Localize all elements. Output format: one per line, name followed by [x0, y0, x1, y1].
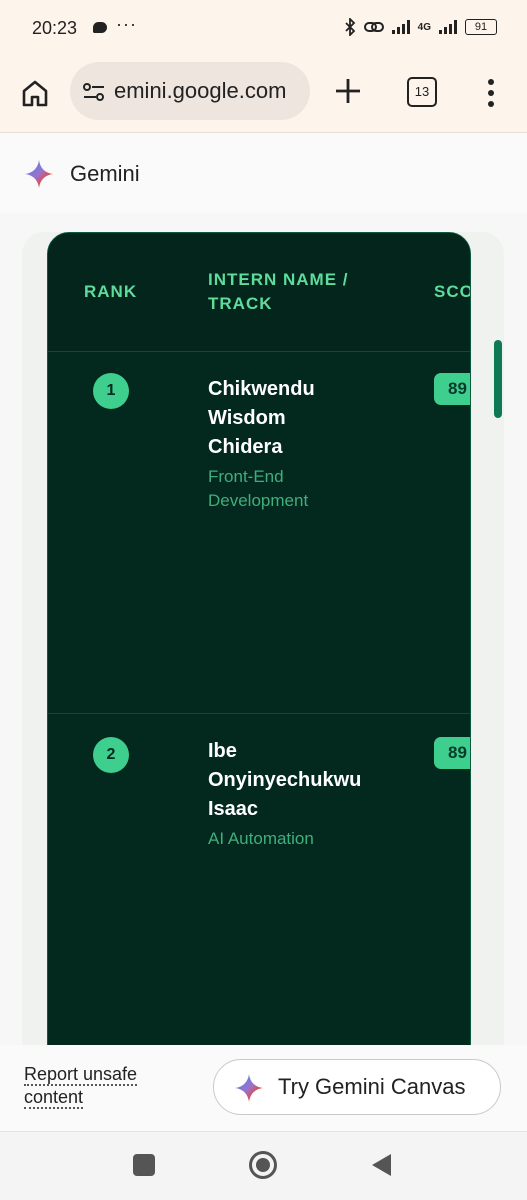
report-link-text[interactable]: Report unsafe content — [24, 1064, 138, 1109]
canvas-footer: Report unsafe content Try Gemini Canvas — [0, 1045, 527, 1132]
try-gemini-canvas-button[interactable]: Try Gemini Canvas — [213, 1059, 501, 1115]
try-gemini-canvas-label: Try Gemini Canvas — [278, 1074, 466, 1099]
canvas-preview[interactable]: RANK INTERN NAME / TRACK SCO 1 Chikwendu… — [22, 232, 504, 1062]
url-text[interactable]: emini.google.com — [114, 78, 300, 104]
site-settings-icon[interactable] — [82, 82, 106, 102]
rank-badge: 1 — [93, 373, 129, 409]
home-nav-icon[interactable] — [249, 1151, 277, 1179]
header-intern-name: INTERN NAME / TRACK — [208, 270, 349, 313]
intern-name: Chikwendu Wisdom Chidera — [208, 378, 315, 458]
header-rank: RANK — [84, 282, 138, 301]
link-icon — [363, 22, 384, 32]
back-icon[interactable] — [372, 1154, 391, 1176]
vertical-scrollbar[interactable] — [494, 340, 502, 418]
address-bar[interactable]: emini.google.com — [70, 62, 310, 120]
gemini-logo-icon[interactable] — [24, 159, 54, 189]
system-icons: 4G 91 — [344, 18, 497, 36]
browser-toolbar: emini.google.com 13 — [0, 58, 527, 133]
intern-track: AI Automation — [208, 829, 314, 848]
app-title: Gemini — [70, 161, 140, 186]
rank-badge: 2 — [93, 737, 129, 773]
tab-switcher-button[interactable]: 13 — [407, 77, 437, 107]
signal-icon-2 — [439, 20, 457, 34]
signal-icon — [391, 20, 410, 34]
score-badge: 89 — [434, 373, 470, 405]
more-menu-icon[interactable] — [480, 78, 502, 108]
battery-icon: 91 — [465, 19, 497, 35]
table-row: 1 Chikwendu Wisdom Chidera Front-End Dev… — [48, 351, 470, 714]
status-bar: 20:23 ··· 4G 91 — [0, 0, 527, 58]
message-icon — [93, 22, 107, 33]
system-navigation-bar — [0, 1132, 527, 1200]
recents-icon[interactable] — [133, 1154, 155, 1176]
score-badge: 89 — [434, 737, 470, 769]
network-type: 4G — [417, 21, 431, 33]
intern-name: Ibe Onyinyechukwu Isaac — [208, 740, 362, 820]
intern-track: Front-End Development — [208, 467, 309, 510]
more-notifications-icon: ··· — [116, 14, 137, 34]
gemini-header: Gemini — [0, 133, 527, 213]
header-score: SCO — [434, 282, 471, 301]
table-row: 2 Ibe Onyinyechukwu Isaac AI Automation … — [48, 713, 470, 1062]
bluetooth-icon — [345, 18, 355, 36]
home-icon[interactable] — [20, 78, 50, 108]
gemini-sparkle-icon — [235, 1074, 263, 1102]
table-header: RANK INTERN NAME / TRACK SCO — [48, 233, 470, 352]
new-tab-icon[interactable] — [333, 76, 363, 106]
clock: 20:23 — [32, 18, 78, 38]
leaderboard-table: RANK INTERN NAME / TRACK SCO 1 Chikwendu… — [47, 232, 471, 1062]
report-unsafe-content-link[interactable]: Report unsafe content — [24, 1063, 174, 1109]
